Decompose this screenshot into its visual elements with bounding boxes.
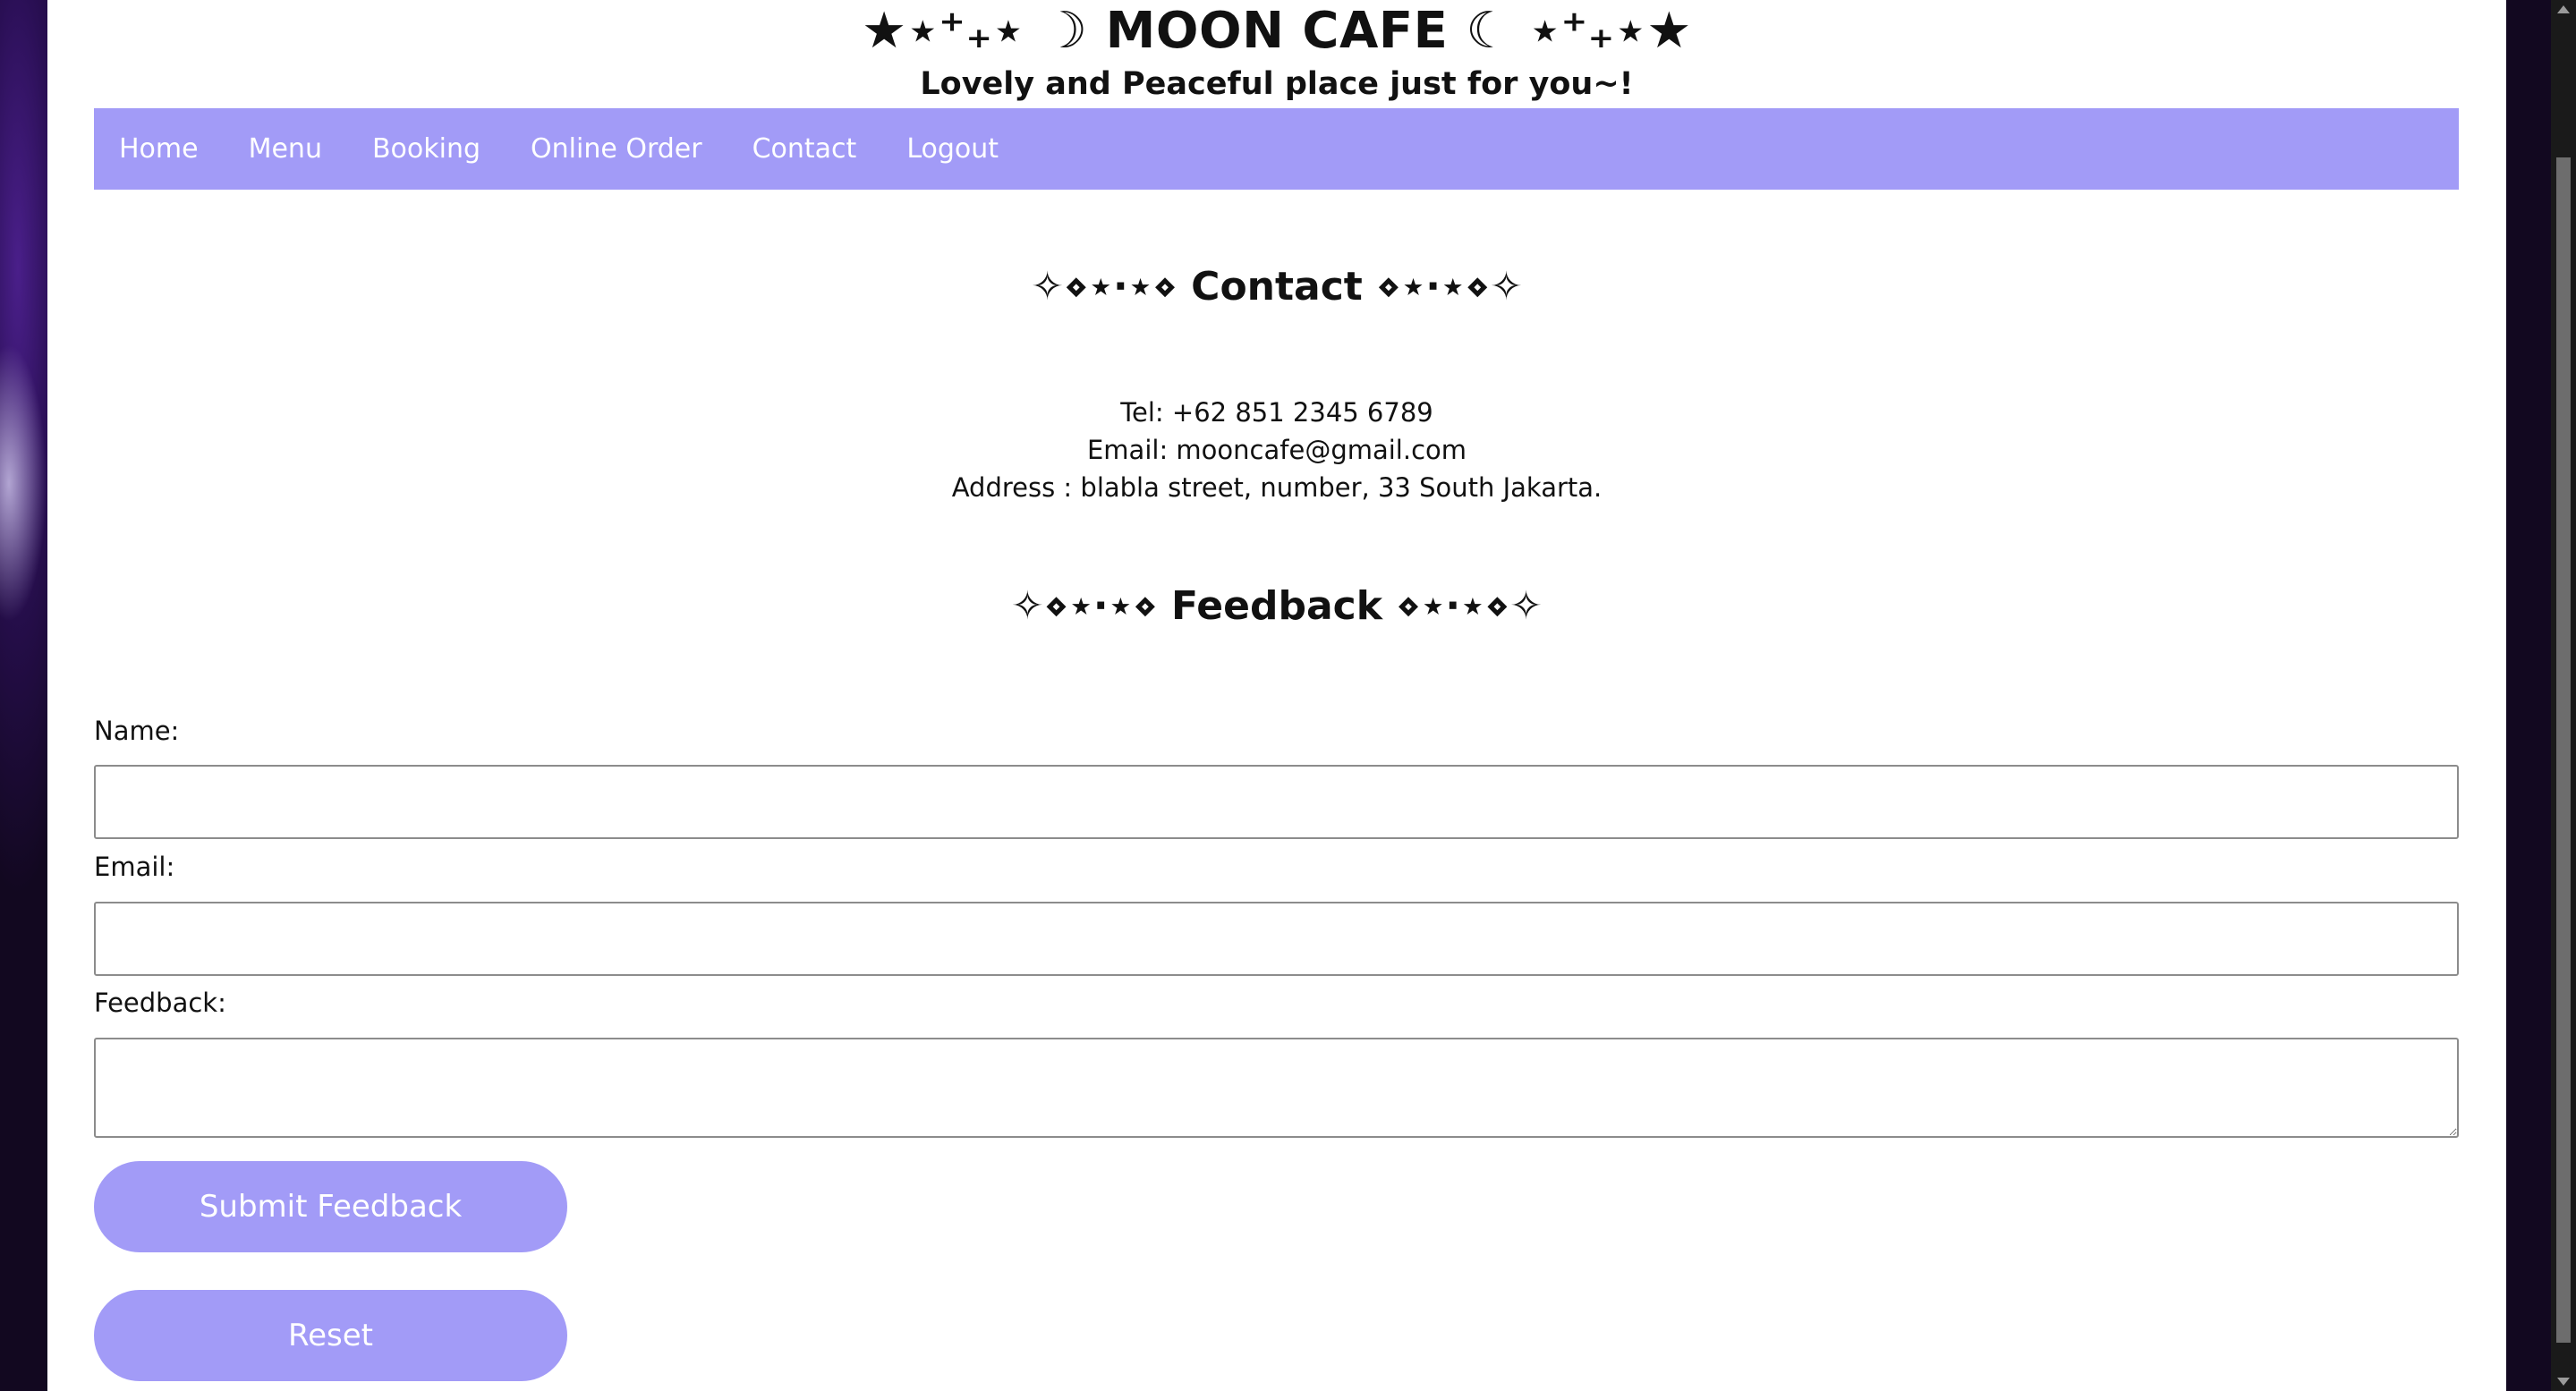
name-label: Name: [94,716,180,746]
feedback-label: Feedback: [94,988,226,1018]
site-title: ★⋆⁺₊⋆ ☽ MOON CAFE ☾ ⋆⁺₊⋆★ [862,2,1692,60]
scroll-up-arrow-icon[interactable] [2557,5,2570,13]
reset-button[interactable]: Reset [94,1290,567,1381]
nav-booking[interactable]: Booking [372,133,480,165]
nav-logout[interactable]: Logout [906,133,999,165]
scrollbar-thumb[interactable] [2556,157,2571,1343]
contact-email: Email: mooncafe@gmail.com [1086,435,1467,465]
email-label: Email: [94,852,175,882]
vertical-scrollbar[interactable] [2551,0,2576,1391]
contact-tel: Tel: +62 851 2345 6789 [1120,397,1433,428]
email-input[interactable] [94,902,2459,976]
nav-menu[interactable]: Menu [249,133,322,165]
nav-contact[interactable]: Contact [752,133,857,165]
scroll-down-arrow-icon[interactable] [2557,1378,2570,1386]
nav-home[interactable]: Home [119,133,199,165]
main-navbar: Home Menu Booking Online Order Contact L… [94,108,2459,190]
page-container: ★⋆⁺₊⋆ ☽ MOON CAFE ☾ ⋆⁺₊⋆★ Lovely and Pea… [47,0,2506,1391]
feedback-heading: ✧⋄⋆⋅⋆⋄ Feedback ⋄⋆⋅⋆⋄✧ [1010,583,1543,629]
feedback-textarea[interactable] [94,1038,2459,1138]
contact-info: Tel: +62 851 2345 6789 Email: mooncafe@g… [47,394,2506,506]
contact-address: Address : blabla street, number, 33 Sout… [951,472,1603,503]
name-input[interactable] [94,765,2459,839]
contact-heading: ✧⋄⋆⋅⋆⋄ Contact ⋄⋆⋅⋆⋄✧ [1031,264,1523,310]
site-tagline: Lovely and Peaceful place just for you~! [920,66,1634,102]
nav-online-order[interactable]: Online Order [531,133,702,165]
submit-feedback-button[interactable]: Submit Feedback [94,1161,567,1252]
